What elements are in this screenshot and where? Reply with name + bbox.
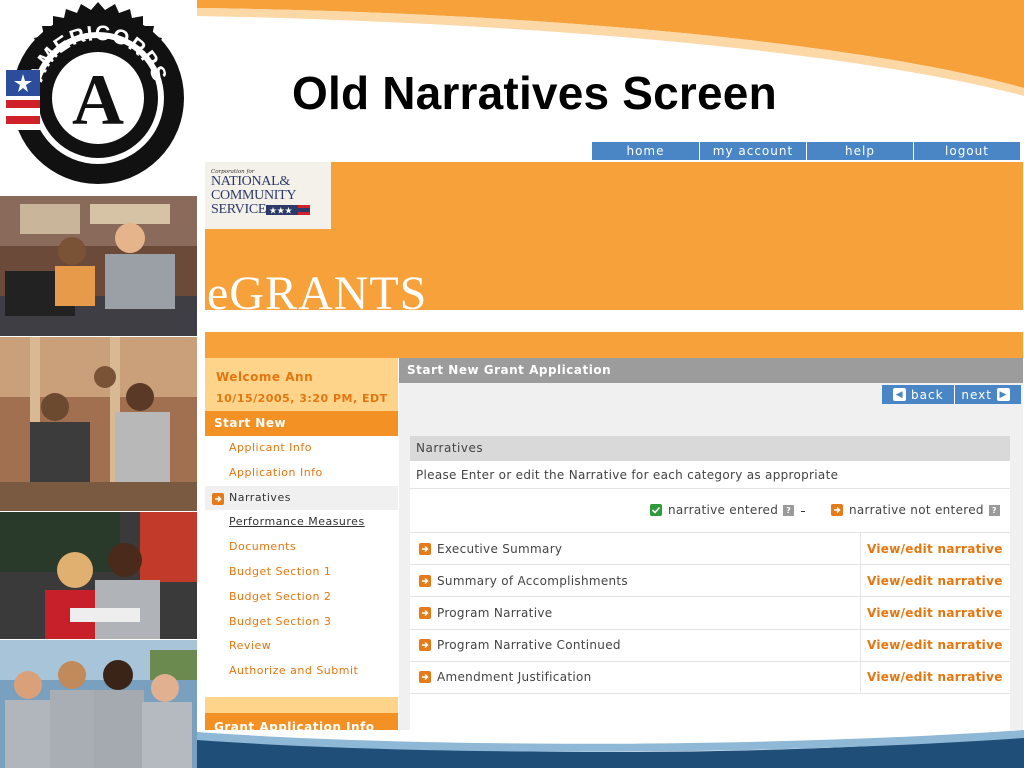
narratives-title: Narratives	[410, 436, 1010, 461]
view-edit-link[interactable]: View/edit narrative	[861, 597, 1010, 628]
row-label: Amendment Justification	[437, 670, 592, 685]
sidebar-item-documents[interactable]: Documents	[205, 535, 398, 560]
welcome-box: Welcome Ann 10/15/2005, 3:20 PM, EDT	[205, 358, 398, 411]
welcome-datetime: 10/15/2005, 3:20 PM, EDT	[216, 392, 388, 405]
sidebar: Welcome Ann 10/15/2005, 3:20 PM, EDT Sta…	[205, 358, 398, 730]
legend: narrative entered ? narrative not entere…	[410, 489, 1010, 533]
sidebar-item-budget-section-1[interactable]: Budget Section 1	[205, 560, 398, 585]
legend-entered: narrative entered ?	[650, 503, 795, 517]
banner-lower	[205, 332, 1023, 358]
sidebar-item-authorize-submit[interactable]: Authorize and Submit	[205, 659, 398, 684]
sidebar-item-budget-section-3[interactable]: Budget Section 3	[205, 610, 398, 635]
table-row: Executive Summary View/edit narrative	[410, 533, 1010, 566]
svg-text:A: A	[72, 60, 124, 140]
help-icon[interactable]: ?	[988, 504, 1000, 516]
banner-stripe	[205, 310, 1023, 332]
arrow-right-icon	[419, 639, 431, 652]
view-edit-link[interactable]: View/edit narrative	[861, 662, 1010, 693]
row-label: Executive Summary	[437, 541, 563, 556]
slide-title: Old Narratives Screen	[292, 67, 777, 119]
view-edit-link[interactable]: View/edit narrative	[861, 565, 1010, 596]
next-button[interactable]: next ▶	[954, 385, 1021, 404]
photo-reading	[0, 512, 197, 639]
sidebar-item-narratives[interactable]: Narratives	[205, 485, 398, 511]
check-icon	[650, 504, 662, 516]
narratives-card: Narratives Please Enter or edit the Narr…	[410, 436, 1010, 730]
view-edit-link[interactable]: View/edit narrative	[861, 533, 1010, 564]
photo-tutoring	[0, 196, 197, 336]
sidebar-item-performance-measures[interactable]: Performance Measures	[205, 510, 398, 535]
arrow-left-icon: ◀	[893, 388, 907, 401]
table-row: Summary of Accomplishments View/edit nar…	[410, 565, 1010, 598]
photo-members	[0, 640, 197, 768]
help-icon[interactable]: ?	[783, 504, 795, 516]
table-row: Program Narrative View/edit narrative	[410, 597, 1010, 630]
main-panel: Start New Grant Application ◀ back next …	[399, 358, 1023, 730]
photo-construction	[0, 337, 197, 511]
top-nav: home my account help logout	[592, 142, 1020, 160]
arrow-right-icon	[831, 504, 843, 516]
sidebar-item-review[interactable]: Review	[205, 634, 398, 659]
pager: ◀ back next ▶	[882, 385, 1021, 404]
arrow-right-icon: ▶	[997, 388, 1010, 401]
nav-my-account[interactable]: my account	[699, 142, 806, 160]
sidebar-item-application-info[interactable]: Application Info	[205, 461, 398, 486]
arrow-right-icon	[212, 492, 224, 505]
main-title: Start New Grant Application	[399, 358, 1023, 383]
svg-text:★★★: ★★★	[269, 206, 293, 215]
sidebar-section-grant-info[interactable]: Grant Application Info	[205, 712, 398, 730]
egrants-app: home my account help logout Corporation …	[205, 142, 1023, 730]
arrow-right-icon	[419, 606, 431, 619]
table-row: Amendment Justification View/edit narrat…	[410, 661, 1010, 694]
sidebar-item-budget-section-2[interactable]: Budget Section 2	[205, 585, 398, 610]
view-edit-link[interactable]: View/edit narrative	[861, 630, 1010, 661]
americorps-logo: AMERICORPS A	[0, 0, 197, 195]
legend-not-entered: narrative not entered ?	[831, 503, 1000, 517]
sidebar-item-applicant-info[interactable]: Applicant Info	[205, 436, 398, 461]
sidebar-section-start-new: Start New	[205, 411, 398, 436]
row-label: Program Narrative Continued	[437, 638, 621, 653]
arrow-right-icon	[419, 574, 431, 587]
welcome-text: Welcome Ann	[216, 370, 314, 384]
cncs-logo-line1: NATIONAL&	[211, 174, 290, 189]
row-label: Summary of Accomplishments	[437, 573, 628, 588]
arrow-right-icon	[419, 671, 431, 684]
cncs-logo: Corporation for NATIONAL& COMMUNITY SERV…	[205, 162, 331, 229]
nav-help[interactable]: help	[806, 142, 913, 160]
nav-logout[interactable]: logout	[913, 142, 1020, 160]
nav-home[interactable]: home	[592, 142, 699, 160]
row-label: Program Narrative	[437, 605, 553, 620]
narratives-instructions: Please Enter or edit the Narrative for e…	[410, 461, 1010, 489]
sidebar-menu: Applicant Info Application Info Narrativ…	[205, 436, 398, 684]
table-row: Program Narrative Continued View/edit na…	[410, 629, 1010, 662]
egrants-banner: Corporation for NATIONAL& COMMUNITY SERV…	[205, 162, 1023, 318]
back-button[interactable]: ◀ back	[882, 385, 955, 404]
arrow-right-icon	[419, 542, 431, 555]
flag-stars-icon: ★★★	[266, 204, 311, 215]
cncs-logo-line3: SERVICE	[211, 202, 267, 217]
narratives-table: Executive Summary View/edit narrative Su…	[410, 533, 1010, 694]
cncs-logo-line2: COMMUNITY	[211, 188, 297, 203]
